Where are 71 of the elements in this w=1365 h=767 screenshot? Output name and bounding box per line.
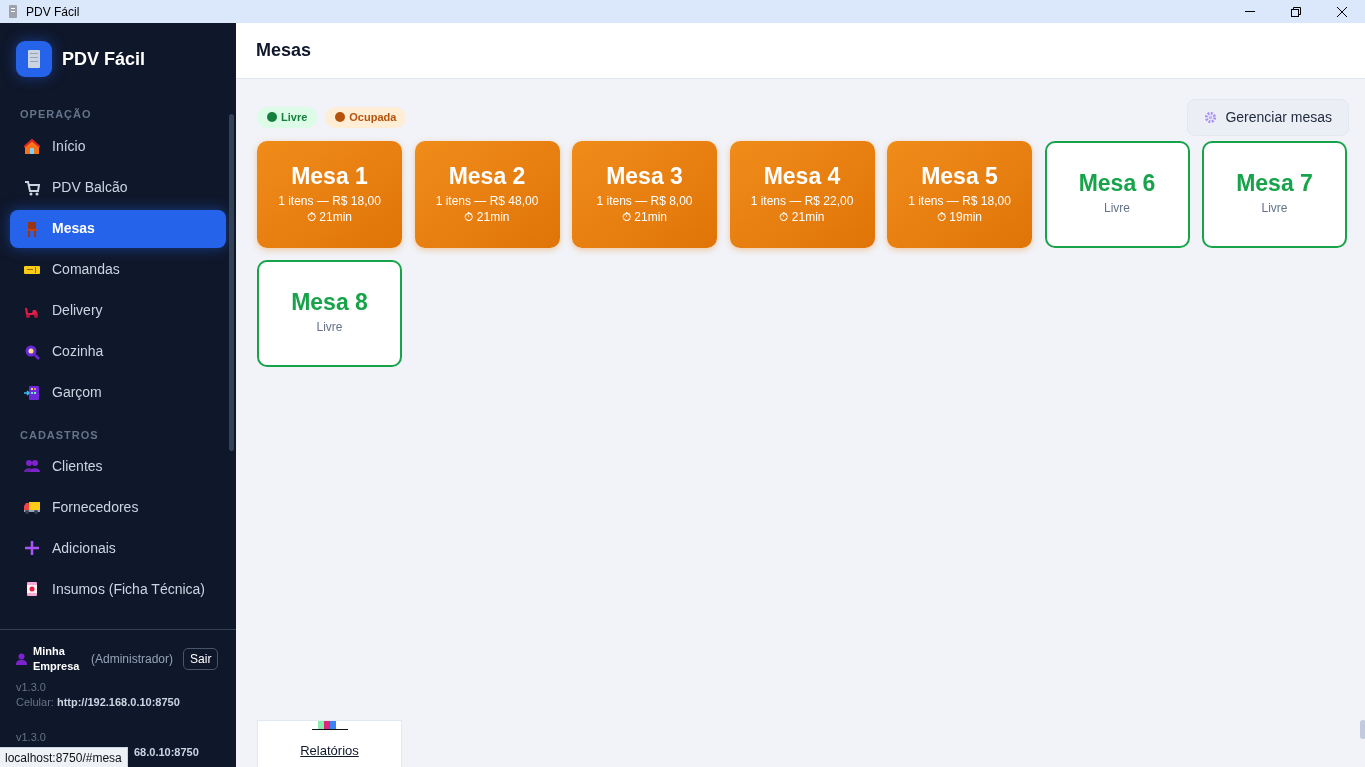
page-title: Mesas xyxy=(256,39,312,62)
table-name: Mesa 7 xyxy=(1236,168,1313,198)
table-name: Mesa 4 xyxy=(763,161,841,191)
user-icon xyxy=(16,653,27,665)
magnifier-icon xyxy=(24,343,40,360)
table-name: Mesa 8 xyxy=(291,287,368,317)
elapsed-time: ⏱ 21min xyxy=(307,208,352,225)
restore-icon xyxy=(1291,6,1301,17)
elapsed-time: ⏱ 19min xyxy=(937,208,982,225)
phone-label: Celular: xyxy=(16,695,54,710)
manage-tables-button[interactable]: Gerenciar mesas xyxy=(1187,98,1349,136)
table-name: Mesa 6 xyxy=(1078,168,1156,198)
scrollbar-thumb xyxy=(1360,720,1365,739)
elapsed-time: ⏱ 21min xyxy=(779,208,825,225)
cart-icon xyxy=(24,179,40,196)
table-card[interactable]: Mesa 7 Livre xyxy=(1202,141,1347,248)
order-summary: 1 itens — R$ 18,00 xyxy=(278,192,381,209)
nav-item[interactable]: Comandas xyxy=(10,250,226,289)
brand-name: PDV Fácil xyxy=(62,47,146,71)
gear-icon xyxy=(1204,110,1218,124)
elapsed-time: ⏱ 21min xyxy=(464,208,510,225)
table-name: Mesa 5 xyxy=(921,161,998,191)
table-name: Mesa 2 xyxy=(448,161,526,191)
status-text: Livre xyxy=(316,318,343,335)
logo-icon xyxy=(16,41,52,77)
nav-item[interactable]: Fornecedores xyxy=(10,488,226,526)
section-heading: CADASTROS xyxy=(19,427,100,443)
table-card[interactable]: Mesa 8 Livre xyxy=(257,260,402,367)
nav-item[interactable]: Início xyxy=(10,127,226,166)
chair-icon xyxy=(24,220,40,237)
nav-item[interactable]: Mesas xyxy=(10,209,226,248)
user-name: Minha Empresa xyxy=(33,644,81,674)
nav-item[interactable]: Adicionais xyxy=(10,529,226,567)
order-summary: 1 itens — R$ 18,00 xyxy=(908,192,1011,209)
status-url: localhost:8750/#mesa xyxy=(0,747,128,767)
order-summary: 1 itens — R$ 22,00 xyxy=(750,192,854,209)
status-text: Livre xyxy=(1261,199,1288,216)
house-icon xyxy=(24,138,40,155)
user-role: (Administrador) xyxy=(91,651,174,668)
people-icon xyxy=(24,458,40,474)
url-text: 68.0.10:8750 xyxy=(134,745,199,760)
status-text: Livre xyxy=(1104,199,1130,216)
reports-link[interactable]: Relatórios xyxy=(300,741,359,761)
window-title: PDV Fácil xyxy=(26,3,80,21)
url-text: http://192.168.0.10:8750 xyxy=(56,695,180,710)
legend-badge: Livre xyxy=(257,106,318,128)
close-icon xyxy=(1337,6,1347,17)
books-icon xyxy=(311,721,348,730)
truck-icon xyxy=(24,499,40,515)
legend-badge: Ocupada xyxy=(325,106,407,128)
version-text: v1.3.0 xyxy=(16,730,47,745)
elapsed-time: ⏱ 21min xyxy=(622,208,667,225)
nav-item[interactable]: Delivery xyxy=(10,291,226,330)
plus-icon xyxy=(24,540,40,556)
table-name: Mesa 1 xyxy=(291,161,368,191)
order-summary: 1 itens — R$ 8,00 xyxy=(596,192,693,209)
table-card[interactable]: Mesa 6 Livre xyxy=(1044,141,1190,248)
phone-icon xyxy=(24,384,40,401)
table-name: Mesa 3 xyxy=(606,161,683,191)
nav-item[interactable]: Clientes xyxy=(10,447,226,485)
nav-item[interactable]: Cozinha xyxy=(10,332,226,371)
can-icon xyxy=(24,581,40,597)
version-text: v1.3.0 xyxy=(16,680,47,695)
nav-item[interactable]: PDV Balcão xyxy=(10,168,226,207)
order-summary: 1 itens — R$ 48,00 xyxy=(435,192,539,209)
nav-item[interactable]: Insumos (Ficha Técnica) xyxy=(10,570,226,608)
minimize-icon xyxy=(1245,11,1255,12)
logout-button[interactable]: Sair xyxy=(183,648,219,670)
document-icon xyxy=(8,5,18,18)
section-heading: OPERAÇÃO xyxy=(19,107,93,122)
nav-item[interactable]: Garçom xyxy=(10,373,226,412)
